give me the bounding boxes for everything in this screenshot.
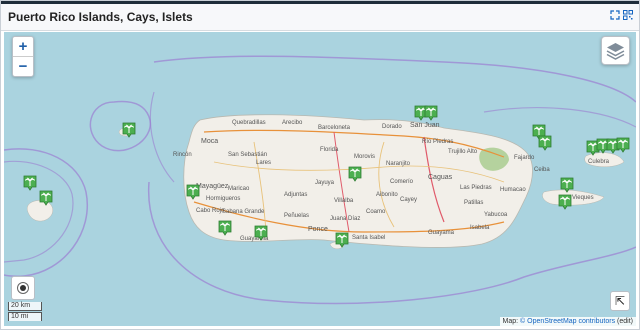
place-label: Vieques: [572, 195, 594, 201]
place-label: Maricao: [228, 186, 250, 192]
scale-bar: 20 km 10 mi: [8, 302, 42, 321]
place-label: Hormigueros: [206, 196, 241, 202]
page-title: Puerto Rico Islands, Cays, Islets: [8, 10, 193, 24]
place-label: Quebradillas: [232, 120, 266, 126]
map-basemap: [4, 55, 636, 305]
locate-icon: [20, 285, 26, 291]
place-label: Moca: [201, 138, 219, 145]
place-label: Río Piedras: [422, 139, 454, 145]
palm-tree-marker-icon[interactable]: [186, 184, 200, 200]
place-label: Adjuntas: [284, 192, 308, 198]
header-icons: [610, 10, 633, 20]
palm-tree-marker-icon[interactable]: [39, 190, 53, 206]
place-label: Naranjito: [386, 161, 411, 167]
place-label: Comerío: [390, 179, 414, 185]
palm-tree-marker-icon[interactable]: [424, 105, 438, 121]
widget-frame: Puerto Rico Islands, Cays, Islets Quebra…: [0, 0, 640, 330]
place-label: Humacao: [500, 187, 526, 193]
place-label: Lares: [256, 160, 272, 166]
palm-tree-marker-icon[interactable]: [254, 225, 268, 241]
place-label: Villalba: [334, 198, 354, 204]
place-label: Cabo Rojo: [196, 208, 225, 214]
palm-tree-marker-icon[interactable]: [558, 194, 572, 210]
place-label: Isabela: [470, 225, 490, 231]
widget-header: Puerto Rico Islands, Cays, Islets: [1, 4, 639, 31]
palm-tree-marker-icon[interactable]: [122, 122, 136, 138]
locate-button[interactable]: [11, 276, 35, 300]
place-label: Peñuelas: [284, 213, 310, 219]
zoom-control: + −: [12, 36, 34, 77]
palm-tree-marker-icon[interactable]: [335, 232, 349, 248]
place-label: Santa Isabel: [352, 235, 386, 241]
place-label: Arecibo: [282, 120, 303, 126]
scale-metric: 20 km: [8, 302, 42, 311]
palm-tree-marker-icon[interactable]: [560, 177, 574, 193]
place-label: Juana Díaz: [330, 216, 361, 222]
expand-icon[interactable]: [610, 10, 620, 20]
place-label: Las Piedras: [460, 185, 492, 191]
layers-icon: [606, 43, 625, 60]
place-label: Trujillo Alto: [448, 149, 478, 155]
place-label: San Sebastián: [228, 152, 268, 158]
osm-link[interactable]: © OpenStreetMap contributors: [520, 318, 615, 325]
palm-tree-marker-icon[interactable]: [23, 175, 37, 191]
place-label: Patillas: [464, 200, 484, 206]
attribution-prefix: Map:: [502, 318, 521, 325]
place-label: Dorado: [382, 124, 402, 130]
fullscreen-button[interactable]: ⇱: [610, 291, 630, 311]
place-label: Florida: [320, 147, 339, 153]
layers-button[interactable]: [601, 36, 630, 65]
place-label: Aibonito: [376, 192, 398, 198]
place-label: Guayama: [428, 230, 455, 236]
place-label: Culebra: [588, 159, 610, 165]
place-label: Jayuya: [315, 180, 335, 186]
place-label: Caguas: [428, 174, 453, 181]
place-label: Coamo: [366, 209, 386, 215]
palm-tree-marker-icon[interactable]: [538, 135, 552, 151]
attribution-suffix: (edit): [615, 318, 633, 325]
palm-tree-marker-icon[interactable]: [348, 166, 362, 182]
place-label: Fajardo: [514, 155, 535, 161]
map-attribution: Map: © OpenStreetMap contributors (edit): [499, 317, 636, 326]
scale-imperial: 10 mi: [8, 312, 42, 321]
place-label: Rincón: [173, 152, 192, 158]
place-label: San Juan: [410, 122, 440, 129]
place-label: Ponce: [308, 226, 328, 233]
map-view[interactable]: Quebradillas Arecibo Barceloneta Dorado …: [4, 32, 636, 326]
zoom-in-button[interactable]: +: [13, 37, 33, 56]
place-label: Morovis: [354, 154, 376, 160]
palm-tree-marker-icon[interactable]: [616, 137, 630, 153]
qr-code-icon[interactable]: [623, 10, 633, 20]
place-label: Sabana Grande: [222, 209, 265, 215]
place-label: Yabucoa: [484, 212, 508, 218]
palm-tree-marker-icon[interactable]: [218, 220, 232, 236]
place-label: Ceiba: [534, 167, 550, 173]
place-label: Barceloneta: [318, 125, 351, 131]
place-label: Mayagüez: [196, 183, 229, 190]
place-label: Cayey: [400, 197, 418, 203]
zoom-out-button[interactable]: −: [13, 56, 33, 76]
